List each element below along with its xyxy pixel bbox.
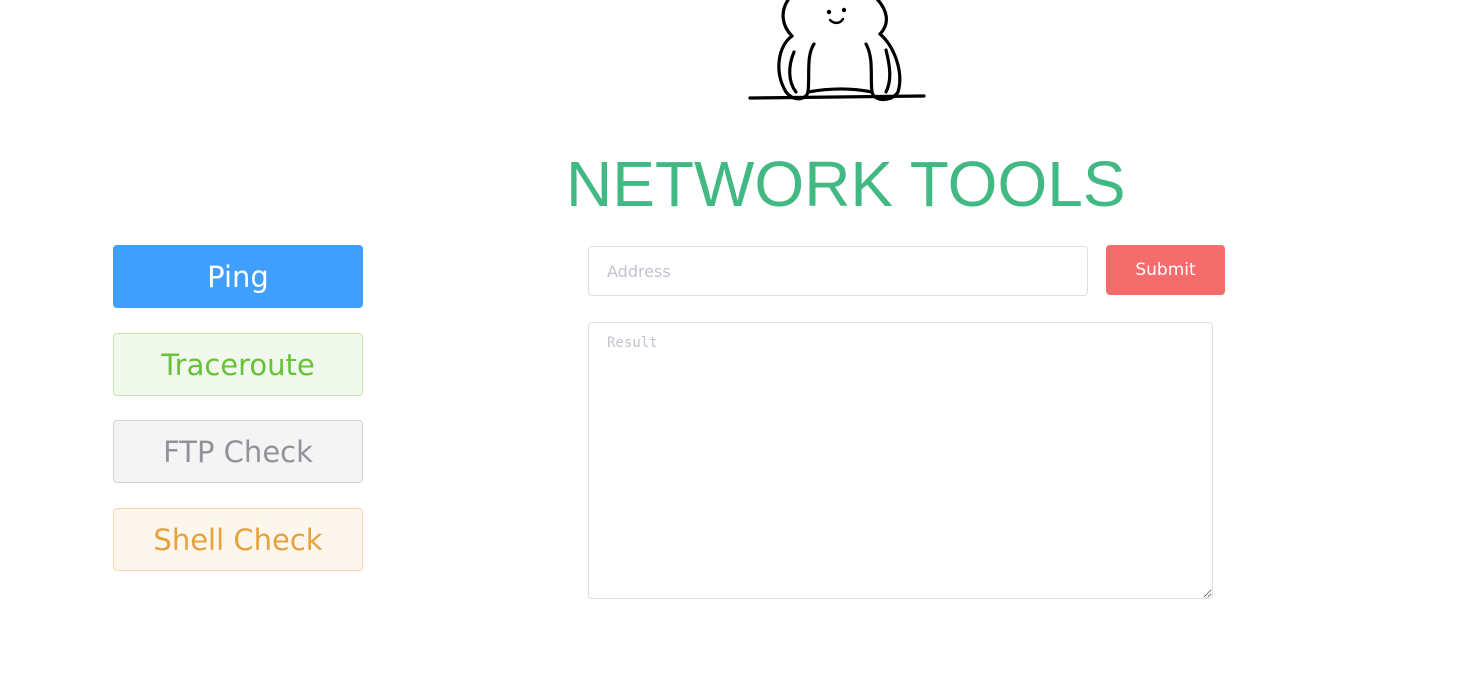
submit-button[interactable]: Submit xyxy=(1106,245,1225,295)
shell-check-button-label: Shell Check xyxy=(153,522,323,557)
address-input[interactable] xyxy=(588,246,1088,296)
shell-check-button[interactable]: Shell Check xyxy=(113,508,363,571)
ping-button-label: Ping xyxy=(207,259,269,294)
page-title: NETWORK TOOLS xyxy=(566,148,1126,220)
traceroute-button[interactable]: Traceroute xyxy=(113,333,363,396)
ftp-check-button[interactable]: FTP Check xyxy=(113,420,363,483)
traceroute-button-label: Traceroute xyxy=(161,347,315,382)
result-textarea[interactable] xyxy=(588,322,1213,599)
mascot-illustration-icon xyxy=(748,0,926,102)
network-tools-page: NETWORK TOOLS Ping Traceroute FTP Check … xyxy=(0,0,1483,687)
ping-button[interactable]: Ping xyxy=(113,245,363,308)
ftp-check-button-label: FTP Check xyxy=(163,434,313,469)
